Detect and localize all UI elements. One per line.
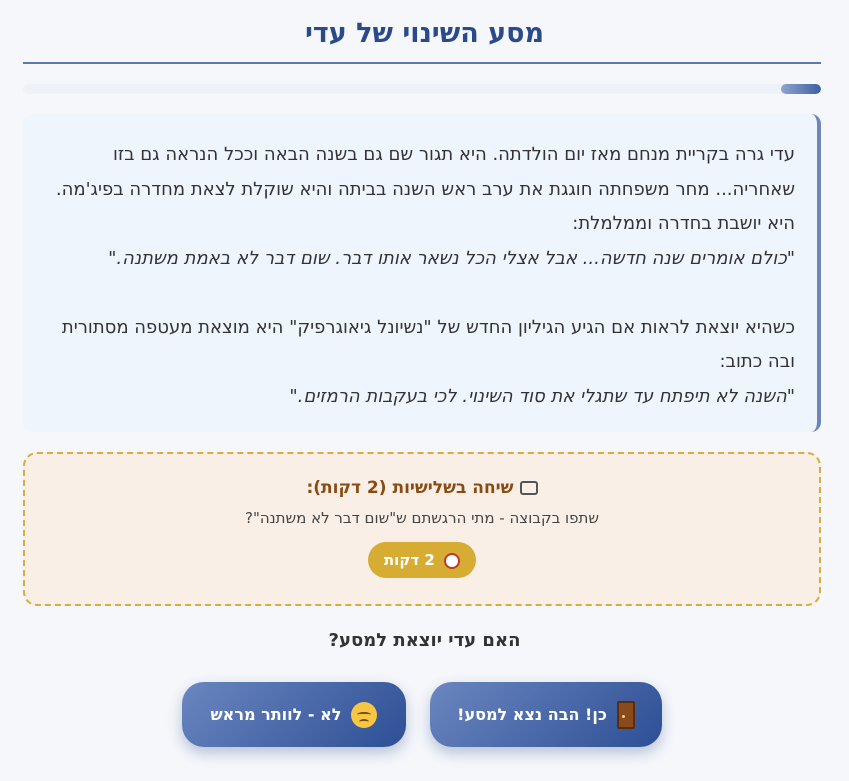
page-title: מסע השינוי של עדי <box>304 18 545 49</box>
no-give-up-button[interactable]: לא - לוותר מראש <box>182 682 406 747</box>
discussion-prompt: שתפו בקבוצה - מתי הרגשתם ש"שום דבר לא מש… <box>245 509 599 527</box>
discussion-box: שיחה בשלישיות (2 דקות): שתפו בקבוצה - מת… <box>23 452 821 606</box>
pensive-face-icon <box>351 701 378 728</box>
no-button-label: לא - לוותר מראש <box>210 705 342 724</box>
story-paragraph: עדי גרה בקריית מנחם מאז יום הולדתה. היא … <box>55 144 795 234</box>
timer-badge[interactable]: 2 דקות <box>367 542 477 578</box>
story-quote: "כולם אומרים שנה חדשה... אבל אצלי הכל נש… <box>108 247 795 269</box>
door-icon <box>616 700 635 729</box>
discussion-title-text: שיחה בשלישיות (2 דקות): <box>306 478 514 498</box>
progress-bar-fill <box>781 84 821 94</box>
alarm-clock-icon <box>444 552 461 569</box>
title-divider <box>23 62 821 64</box>
timer-label: 2 דקות <box>383 551 435 569</box>
story-quote: "השנה לא תיפתח עד שתגלי את סוד השינוי. ל… <box>289 385 795 407</box>
story-paragraph: כשהיא יוצאת לראות אם הגיע הגיליון החדש ש… <box>61 316 795 373</box>
progress-bar <box>23 84 821 94</box>
discussion-title: שיחה בשלישיות (2 דקות): <box>25 476 819 500</box>
choice-question: האם עדי יוצאת למסע? <box>328 630 521 651</box>
yes-button-label: כן! הבה נצא למסע! <box>457 705 607 724</box>
story-card: עדי גרה בקריית מנחם מאז יום הולדתה. היא … <box>23 114 821 432</box>
yes-journey-button[interactable]: כן! הבה נצא למסע! <box>430 682 662 747</box>
speech-bubble-icon <box>519 481 538 495</box>
